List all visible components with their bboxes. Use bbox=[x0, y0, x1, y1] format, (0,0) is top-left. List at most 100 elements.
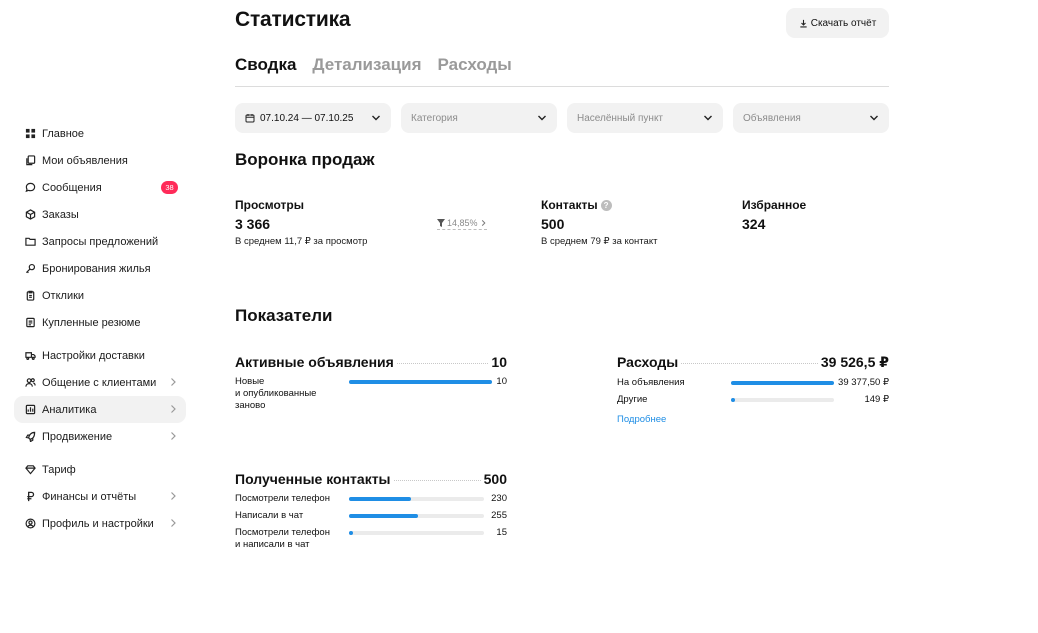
sidebar-item-delivery[interactable]: Настройки доставки bbox=[14, 342, 186, 369]
sidebar-item-profile[interactable]: Профиль и настройки bbox=[14, 510, 186, 537]
sidebar-item-label: Тариф bbox=[42, 463, 76, 476]
sidebar: Главное Мои объявления Сообщения 38 Зака… bbox=[14, 120, 186, 537]
progress-fill bbox=[349, 514, 418, 518]
download-report-label: Скачать отчёт bbox=[810, 17, 877, 29]
metric-row-value: 15 bbox=[496, 527, 507, 538]
progress-fill bbox=[349, 380, 492, 384]
sidebar-item-bookings[interactable]: Бронирования жилья bbox=[14, 255, 186, 282]
category-select[interactable]: Категория bbox=[401, 103, 557, 133]
sidebar-item-analytics[interactable]: Аналитика bbox=[14, 396, 186, 423]
download-icon bbox=[800, 19, 807, 27]
funnel-views: Просмотры 3 366 В среднем 11,7 ₽ за прос… bbox=[235, 198, 367, 247]
more-details-link[interactable]: Подробнее bbox=[617, 414, 889, 425]
diamond-icon bbox=[24, 464, 36, 476]
metric-row-value: 39 377,50 ₽ bbox=[838, 377, 889, 388]
chevron-right-icon bbox=[171, 405, 176, 413]
sidebar-item-my-ads[interactable]: Мои объявления bbox=[14, 147, 186, 174]
conversion-rate[interactable]: 14,85% bbox=[437, 218, 487, 230]
folder-icon bbox=[24, 236, 36, 248]
category-placeholder: Категория bbox=[411, 112, 458, 124]
sidebar-item-bought-resumes[interactable]: Купленные резюме bbox=[14, 309, 186, 336]
progress-fill bbox=[731, 381, 834, 385]
expenses-title: Расходы bbox=[617, 354, 679, 370]
clipboard-icon bbox=[24, 290, 36, 302]
chevron-down-icon bbox=[538, 115, 546, 121]
progress-track bbox=[731, 398, 834, 402]
contacts-label-row: Контакты ? bbox=[541, 198, 657, 212]
metric-row: Посмотрели телефон 230 bbox=[235, 493, 507, 510]
favorites-label: Избранное bbox=[742, 198, 807, 212]
received-contacts-header: Полученные контакты 500 bbox=[235, 471, 507, 487]
tab-expenses[interactable]: Расходы bbox=[438, 55, 512, 86]
sidebar-item-label: Профиль и настройки bbox=[42, 517, 154, 530]
sidebar-item-label: Запросы предложений bbox=[42, 235, 159, 248]
dotted-leader bbox=[681, 363, 818, 364]
sidebar-item-promotion[interactable]: Продвижение bbox=[14, 423, 186, 450]
tab-summary[interactable]: Сводка bbox=[235, 55, 296, 86]
metric-row-value: 255 bbox=[491, 510, 507, 521]
sidebar-item-label: Общение с клиентами bbox=[42, 376, 157, 389]
help-icon[interactable]: ? bbox=[600, 199, 612, 211]
date-range-select[interactable]: 07.10.24 — 07.10.25 bbox=[235, 103, 391, 133]
contacts-sub: В среднем 79 ₽ за контакт bbox=[541, 236, 658, 247]
metric-row-label: Написали в чат bbox=[235, 510, 304, 521]
date-range-value: 07.10.24 — 07.10.25 bbox=[260, 112, 354, 124]
received-contacts-total: 500 bbox=[483, 471, 507, 487]
key-icon bbox=[24, 263, 36, 275]
chevron-right-icon bbox=[171, 492, 176, 500]
active-ads-metric: Активные объявления 10 Новые и опубликов… bbox=[235, 354, 507, 412]
progress-track bbox=[349, 497, 484, 501]
city-select[interactable]: Населённый пункт bbox=[567, 103, 723, 133]
metric-row: Посмотрели телефон и написали в чат 15 bbox=[235, 527, 507, 553]
indicators-title: Показатели bbox=[235, 306, 333, 325]
rocket-icon bbox=[24, 431, 36, 443]
sidebar-item-label: Финансы и отчёты bbox=[42, 490, 137, 503]
active-ads-header: Активные объявления 10 bbox=[235, 354, 507, 370]
sidebar-item-label: Отклики bbox=[42, 289, 85, 302]
progress-fill bbox=[731, 398, 736, 402]
dotted-leader bbox=[396, 363, 489, 364]
progress-fill bbox=[349, 497, 412, 501]
progress-track bbox=[349, 380, 492, 384]
download-report-button[interactable]: Скачать отчёт bbox=[786, 8, 889, 38]
conversion-value: 14,85% bbox=[447, 218, 478, 228]
sidebar-item-label: Мои объявления bbox=[42, 154, 128, 167]
chevron-down-icon bbox=[704, 115, 712, 121]
box-icon bbox=[24, 209, 36, 221]
sidebar-item-label: Главное bbox=[42, 127, 85, 140]
active-ads-total: 10 bbox=[491, 354, 507, 370]
sidebar-item-label: Сообщения bbox=[42, 181, 102, 194]
contacts-value: 500 bbox=[541, 216, 565, 232]
progress-track bbox=[349, 514, 484, 518]
metric-row: На объявления 39 377,50 ₽ bbox=[617, 377, 889, 394]
ruble-icon bbox=[24, 491, 36, 503]
tab-bar: Сводка Детализация Расходы bbox=[235, 55, 889, 87]
received-contacts-title: Полученные контакты bbox=[235, 471, 391, 487]
views-sub: В среднем 11,7 ₽ за просмотр bbox=[235, 236, 368, 247]
sidebar-item-orders[interactable]: Заказы bbox=[14, 201, 186, 228]
tab-details[interactable]: Детализация bbox=[312, 55, 421, 86]
filter-bar: 07.10.24 — 07.10.25 Категория Населённый… bbox=[235, 103, 889, 133]
metric-row-value: 10 bbox=[496, 376, 507, 387]
sidebar-item-tariff[interactable]: Тариф bbox=[14, 456, 186, 483]
ads-select[interactable]: Объявления bbox=[733, 103, 889, 133]
truck-icon bbox=[24, 350, 36, 362]
expenses-total: 39 526,5 ₽ bbox=[820, 354, 889, 370]
chevron-right-icon bbox=[481, 220, 486, 226]
sidebar-item-finance[interactable]: Финансы и отчёты bbox=[14, 483, 186, 510]
sidebar-item-responses[interactable]: Отклики bbox=[14, 282, 186, 309]
sidebar-item-messages[interactable]: Сообщения 38 bbox=[14, 174, 186, 201]
sidebar-item-main[interactable]: Главное bbox=[14, 120, 186, 147]
chevron-down-icon bbox=[372, 115, 380, 121]
received-contacts-metric: Полученные контакты 500 Посмотрели телеф… bbox=[235, 471, 507, 553]
sidebar-item-client-communication[interactable]: Общение с клиентами bbox=[14, 369, 186, 396]
views-label: Просмотры bbox=[235, 198, 305, 212]
sidebar-item-label: Аналитика bbox=[42, 403, 97, 416]
sidebar-item-requests[interactable]: Запросы предложений bbox=[14, 228, 186, 255]
chevron-right-icon bbox=[171, 432, 176, 440]
city-placeholder: Населённый пункт bbox=[577, 112, 664, 124]
chat-icon bbox=[24, 182, 36, 194]
funnel-favorites: Избранное 324 bbox=[742, 198, 806, 232]
expenses-header: Расходы 39 526,5 ₽ bbox=[617, 354, 889, 371]
sidebar-item-label: Продвижение bbox=[42, 430, 113, 443]
